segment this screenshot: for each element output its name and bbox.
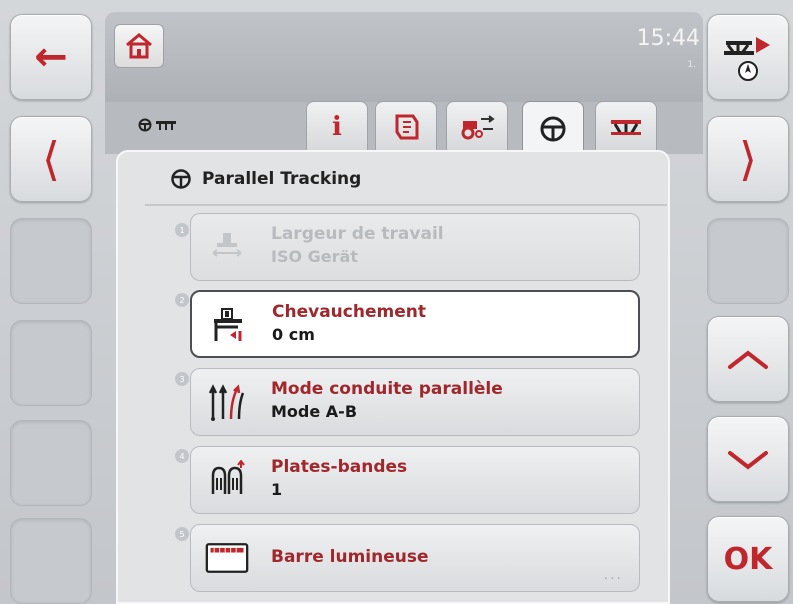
implement-compass-icon	[724, 37, 770, 81]
tab-tractor[interactable]	[446, 101, 508, 151]
item-value: 1	[271, 480, 283, 499]
more-indicator: ...	[603, 567, 623, 583]
chevron-down-icon	[728, 451, 768, 470]
panel-title: Parallel Tracking	[170, 168, 361, 190]
tab-info[interactable]: i	[306, 101, 368, 151]
panel-title-text: Parallel Tracking	[202, 169, 362, 189]
item-label: Mode conduite parallèle	[271, 379, 503, 399]
manual-icon	[395, 114, 419, 139]
item-value: ISO Gerät	[271, 247, 358, 266]
tab-manual[interactable]	[375, 101, 437, 151]
divider	[145, 204, 667, 206]
steering-wheel-icon	[540, 116, 566, 141]
list-item-working-width: Largeur de travail ISO Gerät	[190, 213, 640, 281]
home-icon	[126, 33, 152, 59]
scroll-up-button[interactable]	[707, 316, 789, 402]
empty-softkey-right-1	[707, 218, 789, 304]
overlap-icon	[206, 304, 250, 346]
beds-icon	[205, 459, 249, 501]
arrow-left-icon: ←	[34, 34, 68, 80]
back-button[interactable]: ←	[10, 14, 92, 100]
empty-softkey-left-3	[10, 420, 92, 506]
list-item-overlap[interactable]: Chevauchement 0 cm	[190, 290, 640, 358]
item-label: Barre lumineuse	[271, 547, 429, 567]
empty-softkey-left-1	[10, 218, 92, 304]
steering-wheel-icon	[138, 118, 152, 132]
previous-tab-button[interactable]: ⟨	[10, 116, 92, 202]
next-tab-button[interactable]: ⟩	[707, 116, 789, 202]
item-value: 0 cm	[272, 325, 315, 344]
chevron-up-icon	[728, 350, 768, 369]
tab-parallel-tracking[interactable]	[522, 101, 584, 155]
item-number: 3	[175, 372, 189, 386]
info-icon: i	[332, 111, 342, 142]
clock: 15:44	[636, 26, 700, 51]
working-width-icon	[205, 226, 249, 268]
tractor-icon	[461, 114, 495, 139]
list-item-lightbar[interactable]: Barre lumineuse ...	[190, 524, 640, 592]
tab-implement[interactable]	[595, 101, 657, 151]
lightbar-icon	[205, 537, 249, 579]
home-button[interactable]	[114, 24, 164, 68]
item-number: 2	[175, 293, 189, 307]
item-value: Mode A-B	[271, 402, 358, 421]
implement-switch-button[interactable]	[707, 14, 789, 100]
ok-button[interactable]: OK	[707, 516, 789, 602]
item-number: 5	[175, 527, 189, 541]
chevron-left-icon: ⟨	[42, 132, 60, 186]
implement-icon	[156, 121, 176, 130]
instance-number: 1.	[687, 60, 696, 70]
item-number: 1	[175, 223, 189, 237]
empty-softkey-left-4	[10, 518, 92, 604]
steering-wheel-icon	[171, 169, 191, 189]
item-label: Largeur de travail	[271, 224, 444, 244]
item-number: 4	[175, 449, 189, 463]
breadcrumb	[138, 118, 176, 132]
item-label: Plates-bandes	[271, 457, 408, 477]
implement-icon	[611, 119, 641, 135]
item-label: Chevauchement	[272, 302, 426, 322]
scroll-down-button[interactable]	[707, 416, 789, 502]
empty-softkey-left-2	[10, 320, 92, 406]
ok-label: OK	[723, 541, 773, 577]
list-item-beds[interactable]: Plates-bandes 1	[190, 446, 640, 514]
chevron-right-icon: ⟩	[739, 132, 757, 186]
list-item-parallel-mode[interactable]: Mode conduite parallèle Mode A-B	[190, 368, 640, 436]
parallel-mode-icon	[205, 381, 249, 423]
